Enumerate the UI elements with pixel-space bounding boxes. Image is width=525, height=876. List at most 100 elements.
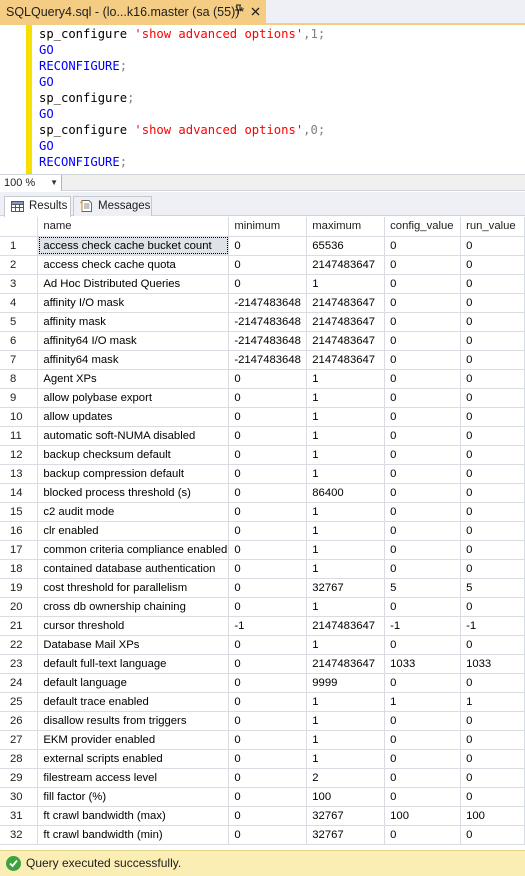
row-number[interactable]: 10	[0, 407, 39, 427]
table-cell[interactable]: 0	[384, 673, 462, 693]
table-cell[interactable]: 1033	[460, 654, 525, 674]
row-number[interactable]: 27	[0, 730, 39, 750]
table-cell[interactable]: 0	[460, 426, 525, 446]
table-row[interactable]: 7 affinity64 mask -2147483648 2147483647 0 0	[0, 350, 525, 370]
table-cell[interactable]: 0	[460, 388, 525, 408]
table-cell[interactable]: 1	[306, 426, 386, 446]
table-cell[interactable]: 0	[228, 635, 308, 655]
table-cell[interactable]: 1	[460, 692, 525, 712]
table-row[interactable]: 21 cursor threshold -1 2147483647 -1 -1	[0, 616, 525, 636]
table-row[interactable]: 5 affinity mask -2147483648 2147483647 0 0	[0, 312, 525, 332]
table-cell[interactable]: 32767	[306, 806, 386, 826]
table-cell[interactable]: 0	[384, 407, 462, 427]
table-cell[interactable]: -1	[228, 616, 308, 636]
table-cell[interactable]: 1	[384, 692, 462, 712]
zoom-dropdown[interactable]: 100 % ▼	[0, 175, 62, 191]
table-cell[interactable]: affinity64 mask	[37, 350, 230, 370]
table-cell[interactable]: 0	[460, 749, 525, 769]
row-number[interactable]: 24	[0, 673, 39, 693]
row-number[interactable]: 15	[0, 502, 39, 522]
table-cell[interactable]: 0	[460, 768, 525, 788]
table-row[interactable]: 28 external scripts enabled 0 1 0 0	[0, 749, 525, 769]
table-cell[interactable]: 0	[228, 578, 308, 598]
code-line[interactable]: sp_configure 'show advanced options',1;	[39, 26, 325, 42]
table-cell[interactable]: Ad Hoc Distributed Queries	[37, 274, 230, 294]
table-cell[interactable]: -2147483648	[228, 350, 308, 370]
table-row[interactable]: 16 clr enabled 0 1 0 0	[0, 521, 525, 541]
table-row[interactable]: 8 Agent XPs 0 1 0 0	[0, 369, 525, 389]
table-cell[interactable]: 0	[228, 464, 308, 484]
row-number[interactable]: 3	[0, 274, 39, 294]
code-line[interactable]: GO	[39, 106, 325, 122]
table-cell[interactable]: cost threshold for parallelism	[37, 578, 230, 598]
table-cell[interactable]: allow polybase export	[37, 388, 230, 408]
table-cell[interactable]: 0	[384, 768, 462, 788]
table-row[interactable]: 23 default full-text language 0 2147483647 1…	[0, 654, 525, 674]
table-cell[interactable]: Agent XPs	[37, 369, 230, 389]
table-cell[interactable]: 32767	[306, 825, 386, 845]
table-cell[interactable]: 2147483647	[306, 616, 386, 636]
table-cell[interactable]: cross db ownership chaining	[37, 597, 230, 617]
table-cell[interactable]: 0	[460, 293, 525, 313]
row-number[interactable]: 31	[0, 806, 39, 826]
table-cell[interactable]: EKM provider enabled	[37, 730, 230, 750]
code-line[interactable]: GO	[39, 42, 325, 58]
row-number[interactable]: 20	[0, 597, 39, 617]
table-cell[interactable]: 0	[384, 369, 462, 389]
table-cell[interactable]: 1	[306, 730, 386, 750]
table-cell[interactable]: 86400	[306, 483, 386, 503]
results-grid[interactable]: name minimum maximum config_value run_va…	[0, 217, 525, 848]
table-cell[interactable]: 100	[460, 806, 525, 826]
table-cell[interactable]: ft crawl bandwidth (min)	[37, 825, 230, 845]
table-cell[interactable]: access check cache quota	[37, 255, 230, 275]
table-cell[interactable]: 0	[384, 711, 462, 731]
table-cell[interactable]: 0	[228, 673, 308, 693]
query-editor[interactable]: sp_configure 'show advanced options',1; G…	[0, 25, 525, 174]
table-cell[interactable]: clr enabled	[37, 521, 230, 541]
table-cell[interactable]: 0	[384, 749, 462, 769]
table-cell[interactable]: 0	[384, 350, 462, 370]
table-cell[interactable]: 0	[228, 559, 308, 579]
table-cell[interactable]: 0	[460, 559, 525, 579]
table-cell[interactable]: 65536	[306, 236, 386, 256]
table-cell[interactable]: 0	[384, 464, 462, 484]
row-number[interactable]: 12	[0, 445, 39, 465]
code-line[interactable]: sp_configure 'show advanced options',0;	[39, 122, 325, 138]
table-cell[interactable]: 2147483647	[306, 350, 386, 370]
row-number[interactable]: 5	[0, 312, 39, 332]
table-cell[interactable]: 0	[228, 597, 308, 617]
table-cell[interactable]: backup compression default	[37, 464, 230, 484]
table-cell[interactable]: 5	[460, 578, 525, 598]
table-cell[interactable]: 0	[228, 502, 308, 522]
row-number[interactable]: 25	[0, 692, 39, 712]
table-cell[interactable]: -2147483648	[228, 293, 308, 313]
table-cell[interactable]: 1	[306, 502, 386, 522]
column-header[interactable]: minimum	[228, 217, 308, 237]
table-cell[interactable]: 0	[460, 464, 525, 484]
table-cell[interactable]: 1	[306, 540, 386, 560]
table-cell[interactable]: common criteria compliance enabled	[37, 540, 230, 560]
table-cell[interactable]: 0	[228, 369, 308, 389]
table-cell[interactable]: 0	[460, 597, 525, 617]
row-number[interactable]: 7	[0, 350, 39, 370]
row-number[interactable]: 23	[0, 654, 39, 674]
table-cell[interactable]: 1033	[384, 654, 462, 674]
table-row[interactable]: 17 common criteria compliance enabled 0 1 0 0	[0, 540, 525, 560]
table-row[interactable]: 9 allow polybase export 0 1 0 0	[0, 388, 525, 408]
table-cell[interactable]: 0	[384, 787, 462, 807]
table-cell[interactable]: default full-text language	[37, 654, 230, 674]
table-cell[interactable]: 0	[460, 312, 525, 332]
table-cell[interactable]: 0	[228, 540, 308, 560]
tab-messages[interactable]: Messages	[73, 196, 152, 216]
table-cell[interactable]: 0	[228, 236, 308, 256]
table-cell[interactable]: 0	[228, 825, 308, 845]
table-cell[interactable]: 1	[306, 388, 386, 408]
table-cell[interactable]: 0	[228, 407, 308, 427]
table-cell[interactable]: 1	[306, 521, 386, 541]
table-cell[interactable]: 0	[228, 654, 308, 674]
column-header[interactable]: name	[37, 217, 230, 237]
table-cell[interactable]: access check cache bucket count	[37, 236, 230, 256]
code-line[interactable]: RECONFIGURE;	[39, 154, 325, 170]
table-cell[interactable]: 0	[384, 540, 462, 560]
table-row[interactable]: 25 default trace enabled 0 1 1 1	[0, 692, 525, 712]
